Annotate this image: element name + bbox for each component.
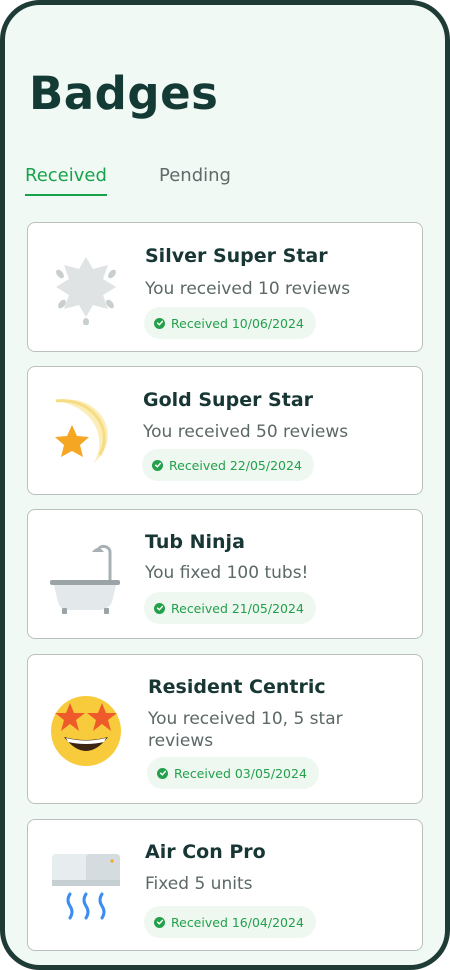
- received-date-badge: Received 03/05/2024: [147, 757, 319, 789]
- received-date: 22/05/2024: [229, 457, 302, 473]
- phone-frame: Badges Received Pending Silver Super Sta…: [0, 0, 450, 970]
- received-date-badge: Received 22/05/2024: [142, 449, 314, 481]
- badge-description: You received 10 reviews: [145, 279, 351, 299]
- check-circle-icon: [157, 767, 168, 779]
- badge-card-air-con-pro[interactable]: Air Con Pro Fixed 5 units Received 16/04…: [27, 819, 423, 951]
- received-date-badge: Received 16/04/2024: [144, 906, 316, 938]
- check-circle-icon: [154, 317, 165, 329]
- received-label: Received: [171, 914, 228, 930]
- badge-name: Air Con Pro: [145, 841, 266, 863]
- badge-card-resident-centric[interactable]: Resident Centric You received 10, 5 star…: [27, 654, 423, 804]
- received-date: 03/05/2024: [234, 765, 307, 781]
- badge-card-gold-super-star[interactable]: Gold Super Star You received 50 reviews …: [27, 366, 423, 495]
- badge-description: You fixed 100 tubs!: [145, 563, 309, 583]
- received-date-badge: Received 21/05/2024: [144, 592, 316, 624]
- shooting-star-icon: [55, 399, 108, 463]
- badge-description: You received 10, 5 star reviews: [148, 709, 343, 751]
- tab-pending[interactable]: Pending: [159, 165, 231, 194]
- page-title: Badges: [29, 67, 219, 120]
- received-date: 10/06/2024: [231, 315, 304, 331]
- badge-name: Tub Ninja: [145, 531, 245, 553]
- tab-received[interactable]: Received: [25, 165, 107, 196]
- badge-card-silver-super-star[interactable]: Silver Super Star You received 10 review…: [27, 222, 423, 352]
- received-label: Received: [174, 765, 231, 781]
- received-date: 16/04/2024: [231, 914, 304, 930]
- badge-name: Silver Super Star: [145, 245, 328, 267]
- badge-name: Resident Centric: [148, 676, 326, 698]
- badge-description: You received 50 reviews: [143, 422, 349, 442]
- received-date-badge: Received 10/06/2024: [144, 307, 316, 339]
- received-label: Received: [171, 600, 228, 616]
- received-label: Received: [171, 315, 228, 331]
- badge-name: Gold Super Star: [143, 389, 314, 411]
- received-label: Received: [169, 457, 226, 473]
- check-circle-icon: [154, 916, 165, 928]
- bathtub-icon: [50, 544, 120, 614]
- check-circle-icon: [154, 602, 165, 614]
- received-date: 21/05/2024: [231, 600, 304, 616]
- badge-card-tub-ninja[interactable]: Tub Ninja You fixed 100 tubs! Received 2…: [27, 509, 423, 639]
- air-conditioner-icon: [52, 854, 120, 920]
- star-struck-emoji-icon: [51, 696, 121, 766]
- check-circle-icon: [152, 459, 163, 471]
- badge-description: Fixed 5 units: [145, 874, 253, 894]
- silver-star-icon: [56, 257, 116, 325]
